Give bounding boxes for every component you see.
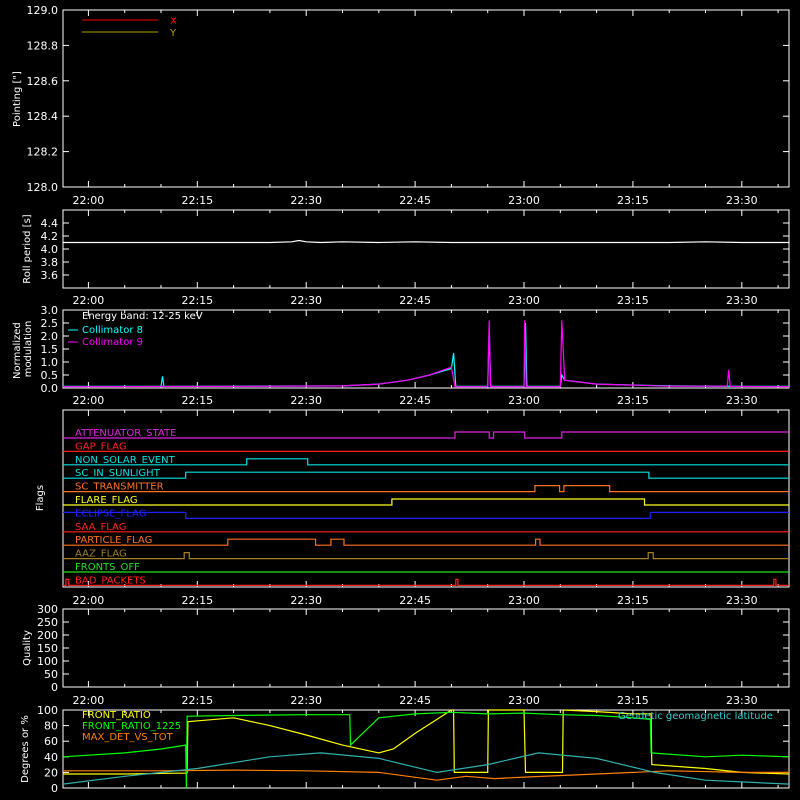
y-tick-label: 4.4 — [41, 217, 59, 230]
x-tick-label: 22:30 — [290, 694, 322, 707]
y-tick-label: 3.0 — [41, 304, 59, 317]
flag-label: SAA_FLAG — [75, 522, 126, 533]
x-tick-label: 22:00 — [73, 594, 105, 607]
y-tick-label: 0.0 — [41, 382, 59, 395]
flag-label: FLARE_FLAG — [75, 495, 138, 506]
y-tick-label: 80 — [44, 720, 58, 733]
y-tick-label: 2.5 — [41, 317, 59, 330]
legend-front-ratio-1225: FRONT_RATIO_1225 — [82, 721, 181, 732]
x-tick-label: 22:15 — [181, 294, 213, 307]
y-tick-label: 3.8 — [41, 256, 59, 269]
x-tick-label: 23:15 — [617, 194, 649, 207]
x-tick-label: 22:00 — [73, 294, 105, 307]
y-tick-label: 100 — [37, 704, 58, 717]
y-tick-label: 20 — [44, 766, 58, 779]
x-tick-label: 22:15 — [181, 594, 213, 607]
y-tick-label: 0.5 — [41, 369, 59, 382]
legend-label-collimator-8: Collimator 8 — [82, 325, 143, 336]
flag-label: GAP_FLAG — [75, 441, 127, 452]
y-tick-label: 0 — [51, 681, 58, 694]
x-tick-label: 22:45 — [399, 694, 431, 707]
y-tick-label: 250 — [37, 616, 58, 629]
y-tick-label: 4.0 — [41, 243, 59, 256]
y-tick-label: 129.0 — [27, 4, 59, 17]
x-tick-label: 23:30 — [726, 294, 758, 307]
x-tick-label: 23:30 — [726, 394, 758, 407]
y-tick-label: 100 — [37, 655, 58, 668]
flags-y-axis-label: Flags — [35, 485, 46, 511]
x-tick-label: 23:15 — [617, 294, 649, 307]
x-tick-label: 22:00 — [73, 394, 105, 407]
ratios-y-axis-label: Degrees or % — [20, 715, 31, 783]
y-tick-label: 200 — [37, 629, 58, 642]
x-tick-label: 22:00 — [73, 694, 105, 707]
x-tick-label: 23:00 — [508, 194, 540, 207]
flag-label: PARTICLE_FLAG — [75, 535, 152, 546]
modulation-label-line2: modulation — [23, 321, 34, 378]
x-tick-label: 22:15 — [181, 194, 213, 207]
flag-label: BAD_PACKETS — [75, 575, 146, 586]
y-tick-label: 128.6 — [27, 75, 59, 88]
x-tick-label: 23:00 — [508, 694, 540, 707]
x-tick-label: 23:15 — [617, 694, 649, 707]
y-tick-label: 0 — [51, 782, 58, 795]
flag-label: SC_TRANSMITTER — [75, 482, 164, 493]
legend-label-y: Y — [169, 28, 177, 39]
observation-summary-plot: Pointing ["] 128.0 128.2 128.4 128.6 128.8 12… — [0, 0, 800, 800]
y-tick-label: 128.4 — [27, 110, 59, 123]
flag-label: FRONTS_OFF — [75, 562, 140, 573]
x-tick-label: 22:45 — [399, 394, 431, 407]
x-tick-label: 22:15 — [181, 694, 213, 707]
x-tick-label: 23:00 — [508, 394, 540, 407]
x-tick-label: 23:00 — [508, 294, 540, 307]
y-tick-label: 128.2 — [27, 146, 59, 159]
x-tick-label: 22:30 — [290, 194, 322, 207]
pointing-y-axis-label: Pointing ["] — [12, 71, 23, 127]
quality-y-axis-label: Quality — [22, 630, 33, 666]
roll-y-axis-label: Roll period [s] — [22, 214, 33, 283]
x-tick-label: 23:30 — [726, 594, 758, 607]
y-tick-label: 50 — [44, 668, 58, 681]
x-tick-label: 23:15 — [617, 594, 649, 607]
x-tick-label: 22:45 — [399, 594, 431, 607]
y-tick-label: 300 — [37, 603, 58, 616]
y-tick-label: 60 — [44, 735, 58, 748]
modulation-label-line1: Normalized — [12, 322, 23, 379]
x-tick-label: 23:30 — [726, 694, 758, 707]
modulation-y-axis-label: Normalized modulation — [12, 319, 34, 379]
y-tick-label: 1.5 — [41, 343, 59, 356]
legend-label-collimator-9: Collimator 9 — [82, 337, 143, 348]
y-tick-label: 128.8 — [27, 39, 59, 52]
x-tick-label: 22:15 — [181, 394, 213, 407]
y-tick-label: 4.2 — [41, 230, 59, 243]
x-tick-label: 22:30 — [290, 294, 322, 307]
x-tick-label: 22:30 — [290, 594, 322, 607]
y-tick-label: 150 — [37, 642, 58, 655]
y-tick-label: 2.0 — [41, 330, 59, 343]
x-tick-label: 22:00 — [73, 194, 105, 207]
y-tick-label: 128.0 — [27, 181, 59, 194]
x-tick-label: 23:15 — [617, 394, 649, 407]
legend-label-x: X — [170, 16, 177, 27]
legend-max-det-vs-tot: MAX_DET_VS_TOT — [82, 732, 174, 743]
legend-geomagnetic-latitude: Geodetic geomagnetic latitude — [618, 711, 773, 722]
flag-label: SC_IN_SUNLIGHT — [75, 468, 161, 479]
flag-label: ECLIPSE_FLAG — [75, 508, 146, 519]
flag-label: ATTENUATOR_STATE — [75, 428, 176, 439]
x-tick-label: 23:00 — [508, 594, 540, 607]
flag-label: AAZ_FLAG — [75, 549, 127, 560]
x-tick-label: 22:30 — [290, 394, 322, 407]
y-tick-label: 40 — [44, 751, 58, 764]
x-tick-label: 22:45 — [399, 294, 431, 307]
x-tick-label: 23:30 — [726, 194, 758, 207]
x-tick-label: 22:45 — [399, 194, 431, 207]
y-tick-label: 1.0 — [41, 356, 59, 369]
flag-label: NON_SOLAR_EVENT — [75, 455, 176, 466]
y-tick-label: 3.6 — [41, 269, 59, 282]
legend-front-ratio: FRONT_RATIO — [82, 710, 151, 721]
energy-band-label: Energy band: 12-25 keV — [82, 311, 203, 322]
